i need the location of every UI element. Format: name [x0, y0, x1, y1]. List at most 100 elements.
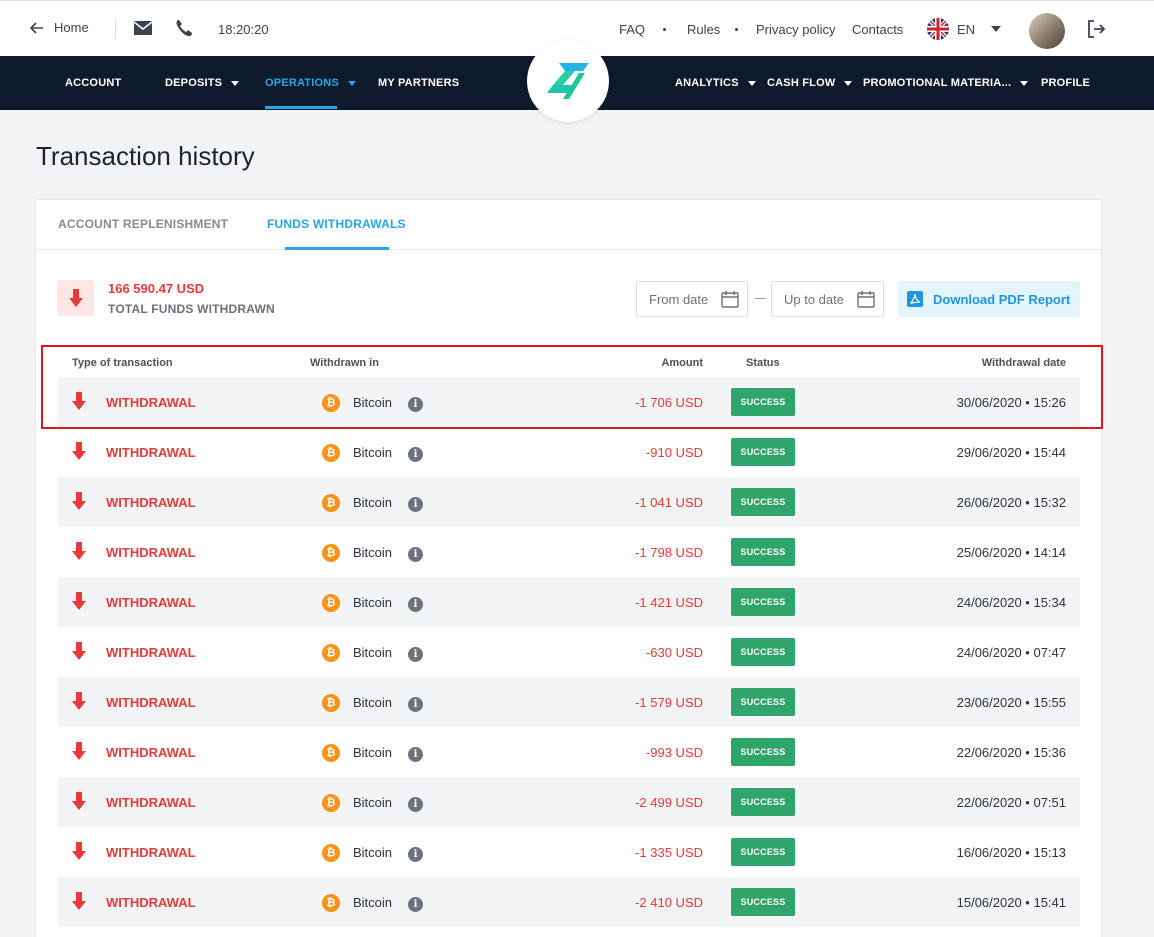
transaction-amount: -2 410 USD [635, 895, 703, 910]
nav-my-partners[interactable]: MY PARTNERS [378, 77, 459, 89]
page-title: Transaction history [36, 141, 255, 171]
table-row[interactable]: WITHDRAWAL ₿ Bitcoin i -2 499 USD SUCCESS 22/0… [58, 777, 1080, 827]
info-icon[interactable]: i [408, 447, 423, 462]
total-withdrawn-amount: 166 590.47 USD [108, 281, 205, 296]
dot-separator [735, 28, 738, 31]
withdrawal-method: Bitcoin [353, 695, 393, 710]
nav-profile[interactable]: PROFILE [1041, 77, 1090, 89]
nav-deposits[interactable]: DEPOSITS [165, 77, 240, 89]
transaction-type: WITHDRAWAL [106, 845, 196, 860]
table-row[interactable]: WITHDRAWAL ₿ Bitcoin i -2 410 USD SUCCESS 15/0… [58, 877, 1080, 927]
to-date-placeholder: Up to date [784, 291, 844, 307]
faq-link[interactable]: FAQ [619, 22, 645, 37]
arrow-down-icon [72, 692, 86, 710]
nav-promotional-materials[interactable]: PROMOTIONAL MATERIA... [863, 77, 1029, 89]
transaction-type: WITHDRAWAL [106, 545, 196, 560]
arrow-down-icon [72, 492, 86, 510]
transaction-type: WITHDRAWAL [106, 745, 196, 760]
tab-account-replenishment[interactable]: ACCOUNT REPLENISHMENT [58, 217, 228, 231]
avatar[interactable] [1029, 13, 1065, 49]
withdrawal-date: 22/06/2020 • 07:51 [956, 795, 1066, 810]
logout-icon[interactable] [1086, 19, 1106, 39]
to-date-field[interactable]: Up to date [771, 281, 884, 317]
info-icon[interactable]: i [408, 697, 423, 712]
withdrawal-date: 23/06/2020 • 15:55 [956, 695, 1066, 710]
nav-label: DEPOSITS [165, 77, 223, 89]
nav-cash-flow[interactable]: CASH FLOW [767, 77, 853, 89]
download-pdf-label: Download PDF Report [933, 291, 1071, 307]
transaction-type: WITHDRAWAL [106, 895, 196, 910]
language-selector[interactable]: EN [927, 18, 1002, 40]
transaction-amount: -2 499 USD [635, 795, 703, 810]
arrow-down-icon [72, 892, 86, 910]
bitcoin-icon: ₿ [322, 844, 340, 862]
table-row[interactable]: WITHDRAWAL ₿ Bitcoin i -1 579 USD SUCCESS 23/0… [58, 677, 1080, 727]
table-row[interactable]: WITHDRAWAL ₿ Bitcoin i -630 USD SUCCESS 24/06/… [58, 627, 1080, 677]
nav-account[interactable]: ACCOUNT [65, 77, 121, 89]
download-pdf-button[interactable]: Download PDF Report [898, 281, 1080, 317]
chevron-down-icon [844, 80, 853, 86]
status-badge: SUCCESS [731, 488, 795, 516]
withdrawal-method: Bitcoin [353, 745, 393, 760]
bitcoin-icon: ₿ [322, 594, 340, 612]
transaction-amount: -993 USD [645, 745, 703, 760]
from-date-placeholder: From date [649, 291, 709, 307]
transaction-amount: -910 USD [645, 445, 703, 460]
logo-mark-icon [547, 63, 589, 99]
info-icon[interactable]: i [408, 647, 423, 662]
info-icon[interactable]: i [408, 497, 423, 512]
status-badge: SUCCESS [731, 538, 795, 566]
info-icon[interactable]: i [408, 847, 423, 862]
table-row[interactable]: WITHDRAWAL ₿ Bitcoin i -1 421 USD SUCCESS 24/0… [58, 577, 1080, 627]
calendar-icon[interactable] [857, 290, 875, 308]
bitcoin-icon: ₿ [322, 644, 340, 662]
rules-link[interactable]: Rules [687, 22, 720, 37]
mail-icon[interactable] [133, 20, 153, 36]
arrow-down-icon [72, 542, 86, 560]
info-icon[interactable]: i [408, 547, 423, 562]
date-range-dash [755, 298, 766, 299]
nav-label: CASH FLOW [767, 77, 836, 89]
logo[interactable] [527, 40, 609, 122]
transaction-type: WITHDRAWAL [106, 695, 196, 710]
nav-operations[interactable]: OPERATIONS [265, 77, 356, 89]
arrow-down-icon [72, 842, 86, 860]
status-badge: SUCCESS [731, 788, 795, 816]
bitcoin-icon: ₿ [322, 794, 340, 812]
info-icon[interactable]: i [408, 747, 423, 762]
info-icon[interactable]: i [408, 597, 423, 612]
dot-separator [663, 28, 666, 31]
calendar-icon[interactable] [721, 290, 739, 308]
phone-icon[interactable] [175, 19, 193, 37]
bitcoin-icon: ₿ [322, 544, 340, 562]
withdrawal-method: Bitcoin [353, 595, 393, 610]
info-icon[interactable]: i [408, 897, 423, 912]
withdrawal-date: 25/06/2020 • 14:14 [956, 545, 1066, 560]
table-row[interactable]: WITHDRAWAL ₿ Bitcoin i -1 798 USD SUCCESS 25/0… [58, 527, 1080, 577]
transaction-amount: -1 041 USD [635, 495, 703, 510]
nav-label: PROMOTIONAL MATERIA... [863, 77, 1012, 89]
nav-label: MY PARTNERS [378, 77, 460, 89]
contacts-link[interactable]: Contacts [852, 22, 903, 37]
withdrawal-method: Bitcoin [353, 495, 393, 510]
nav-analytics[interactable]: ANALYTICS [675, 77, 756, 89]
arrow-down-icon [72, 592, 86, 610]
chevron-down-icon [231, 80, 240, 86]
table-row[interactable]: WITHDRAWAL ₿ Bitcoin i -910 USD SUCCESS 29/06/… [58, 427, 1080, 477]
table-row[interactable]: WITHDRAWAL ₿ Bitcoin i -993 USD SUCCESS 22/06/… [58, 727, 1080, 777]
info-icon[interactable]: i [408, 797, 423, 812]
withdrawal-date: 22/06/2020 • 15:36 [956, 745, 1066, 760]
nav-active-indicator [265, 106, 337, 109]
from-date-field[interactable]: From date [636, 281, 748, 317]
home-link[interactable]: Home [30, 20, 89, 35]
withdrawal-method: Bitcoin [353, 645, 393, 660]
transactions-card: ACCOUNT REPLENISHMENT FUNDS WITHDRAWALS … [35, 199, 1102, 937]
pdf-file-icon [907, 291, 923, 307]
table-row[interactable]: WITHDRAWAL ₿ Bitcoin i -1 335 USD SUCCESS 16/0… [58, 827, 1080, 877]
arrow-down-icon [72, 742, 86, 760]
withdrawal-date: 24/06/2020 • 15:34 [956, 595, 1066, 610]
table-row[interactable]: WITHDRAWAL ₿ Bitcoin i -1 041 USD SUCCESS 26/0… [58, 477, 1080, 527]
tab-funds-withdrawals[interactable]: FUNDS WITHDRAWALS [267, 217, 406, 231]
withdrawal-date: 16/06/2020 • 15:13 [956, 845, 1066, 860]
privacy-policy-link[interactable]: Privacy policy [756, 22, 835, 37]
